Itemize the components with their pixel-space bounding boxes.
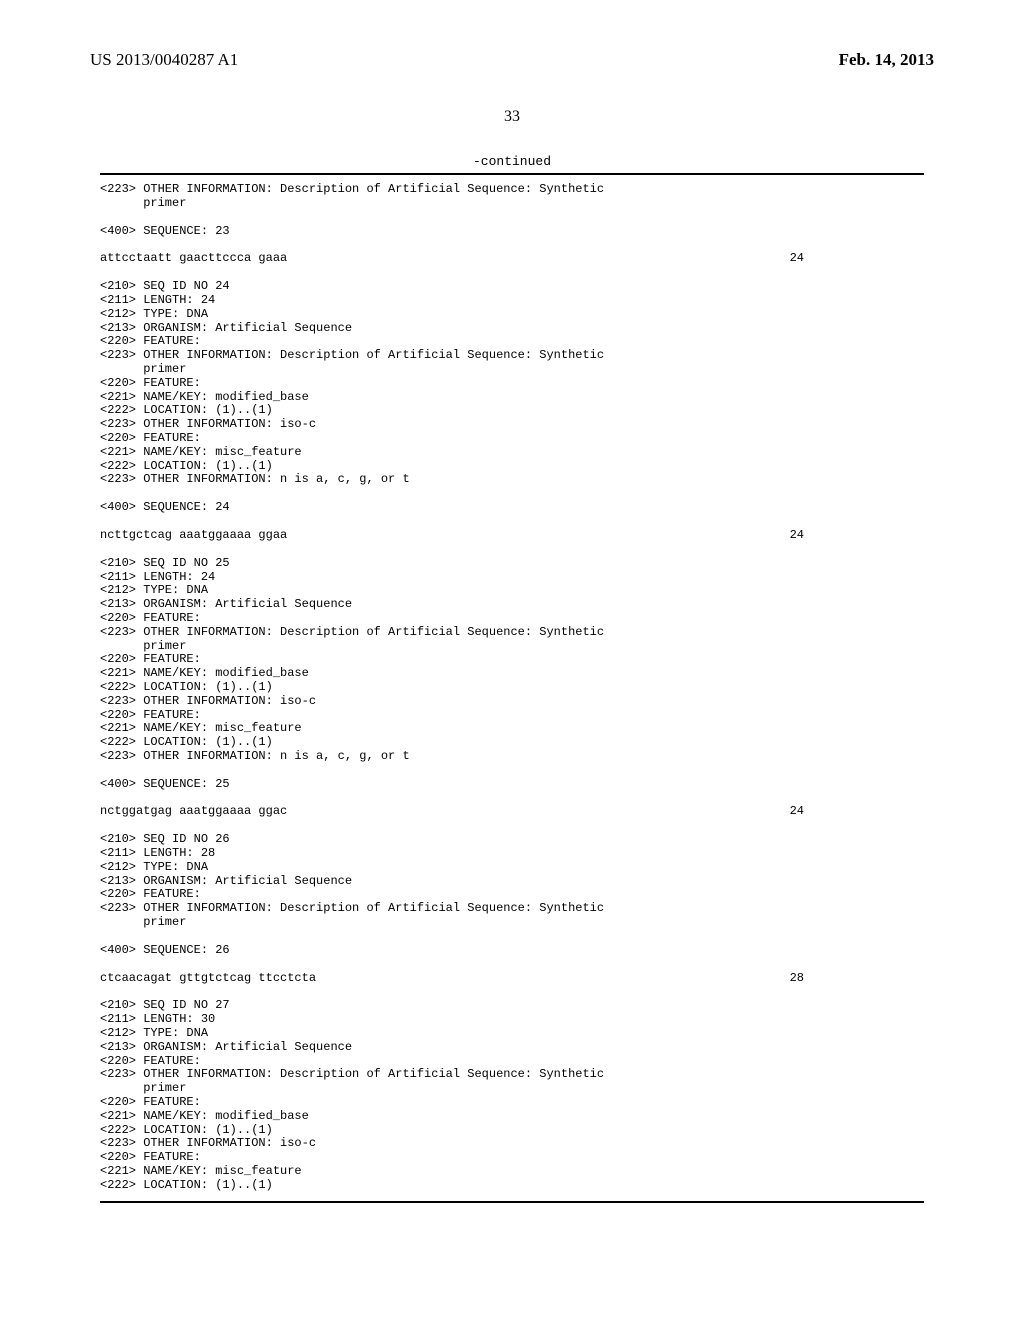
seq25-other-n: <223> OTHER INFORMATION: n is a, c, g, o… (100, 750, 924, 764)
seq25-feature2: <220> FEATURE: (100, 653, 924, 667)
seq26-other-info-cont: primer (100, 916, 924, 930)
seq23-header: <400> SEQUENCE: 23 (100, 225, 924, 239)
seq25-location1: <222> LOCATION: (1)..(1) (100, 681, 924, 695)
seq24-location2: <222> LOCATION: (1)..(1) (100, 460, 924, 474)
seq24-location1: <222> LOCATION: (1)..(1) (100, 404, 924, 418)
seq26-sequence: ctcaacagat gttgtctcag ttcctcta (100, 972, 316, 986)
publication-date: Feb. 14, 2013 (839, 50, 934, 70)
seq23-sequence: attcctaatt gaacttccca gaaa (100, 252, 287, 266)
seq24-feature2: <220> FEATURE: (100, 377, 924, 391)
seq25-other-info: <223> OTHER INFORMATION: Description of … (100, 626, 924, 640)
publication-number: US 2013/0040287 A1 (90, 50, 238, 70)
seq24-sequence-row: ncttgctcag aaatggaaaa ggaa 24 (100, 529, 924, 543)
seq23-other-info: <223> OTHER INFORMATION: Description of … (100, 183, 924, 197)
seq24-feature1: <220> FEATURE: (100, 335, 924, 349)
continued-label: -continued (90, 154, 934, 169)
seq24-other-info: <223> OTHER INFORMATION: Description of … (100, 349, 924, 363)
seq24-organism: <213> ORGANISM: Artificial Sequence (100, 322, 924, 336)
seq24-length-value: 24 (790, 529, 804, 543)
seq23-length-value: 24 (790, 252, 804, 266)
seq25-feature1: <220> FEATURE: (100, 612, 924, 626)
seq26-other-info: <223> OTHER INFORMATION: Description of … (100, 902, 924, 916)
seq27-feature1: <220> FEATURE: (100, 1055, 924, 1069)
page-number: 33 (90, 108, 934, 126)
seq26-header: <400> SEQUENCE: 26 (100, 944, 924, 958)
seq26-seqid: <210> SEQ ID NO 26 (100, 833, 924, 847)
seq23-other-info-cont: primer (100, 197, 924, 211)
seq24-feature3: <220> FEATURE: (100, 432, 924, 446)
seq24-other-n: <223> OTHER INFORMATION: n is a, c, g, o… (100, 473, 924, 487)
seq27-other-info: <223> OTHER INFORMATION: Description of … (100, 1068, 924, 1082)
seq25-location2: <222> LOCATION: (1)..(1) (100, 736, 924, 750)
seq24-namekey-modified-base: <221> NAME/KEY: modified_base (100, 391, 924, 405)
seq25-sequence: nctggatgag aaatggaaaa ggac (100, 805, 287, 819)
seq25-seqid: <210> SEQ ID NO 25 (100, 557, 924, 571)
seq27-other-iso: <223> OTHER INFORMATION: iso-c (100, 1137, 924, 1151)
seq26-length: <211> LENGTH: 28 (100, 847, 924, 861)
seq27-location2: <222> LOCATION: (1)..(1) (100, 1179, 924, 1193)
seq25-header: <400> SEQUENCE: 25 (100, 778, 924, 792)
seq25-organism: <213> ORGANISM: Artificial Sequence (100, 598, 924, 612)
seq27-namekey-modified-base: <221> NAME/KEY: modified_base (100, 1110, 924, 1124)
seq24-seqid: <210> SEQ ID NO 24 (100, 280, 924, 294)
seq25-length-value: 24 (790, 805, 804, 819)
seq25-other-iso: <223> OTHER INFORMATION: iso-c (100, 695, 924, 709)
seq25-namekey-misc-feature: <221> NAME/KEY: misc_feature (100, 722, 924, 736)
seq26-length-value: 28 (790, 972, 804, 986)
seq24-length: <211> LENGTH: 24 (100, 294, 924, 308)
seq27-feature3: <220> FEATURE: (100, 1151, 924, 1165)
seq24-other-info-cont: primer (100, 363, 924, 377)
seq27-location1: <222> LOCATION: (1)..(1) (100, 1124, 924, 1138)
seq27-type: <212> TYPE: DNA (100, 1027, 924, 1041)
seq26-feature1: <220> FEATURE: (100, 888, 924, 902)
seq24-namekey-misc-feature: <221> NAME/KEY: misc_feature (100, 446, 924, 460)
seq27-length: <211> LENGTH: 30 (100, 1013, 924, 1027)
seq25-sequence-row: nctggatgag aaatggaaaa ggac 24 (100, 805, 924, 819)
seq23-sequence-row: attcctaatt gaacttccca gaaa 24 (100, 252, 924, 266)
seq24-type: <212> TYPE: DNA (100, 308, 924, 322)
seq27-namekey-misc-feature: <221> NAME/KEY: misc_feature (100, 1165, 924, 1179)
seq24-sequence: ncttgctcag aaatggaaaa ggaa (100, 529, 287, 543)
seq26-sequence-row: ctcaacagat gttgtctcag ttcctcta 28 (100, 972, 924, 986)
seq27-feature2: <220> FEATURE: (100, 1096, 924, 1110)
seq25-length: <211> LENGTH: 24 (100, 571, 924, 585)
seq25-feature3: <220> FEATURE: (100, 709, 924, 723)
seq25-type: <212> TYPE: DNA (100, 584, 924, 598)
seq24-other-iso: <223> OTHER INFORMATION: iso-c (100, 418, 924, 432)
page-header: US 2013/0040287 A1 Feb. 14, 2013 (90, 50, 934, 70)
seq25-namekey-modified-base: <221> NAME/KEY: modified_base (100, 667, 924, 681)
seq27-other-info-cont: primer (100, 1082, 924, 1096)
seq26-type: <212> TYPE: DNA (100, 861, 924, 875)
seq27-organism: <213> ORGANISM: Artificial Sequence (100, 1041, 924, 1055)
seq27-seqid: <210> SEQ ID NO 27 (100, 999, 924, 1013)
sequence-listing: <223> OTHER INFORMATION: Description of … (100, 173, 924, 1203)
seq26-organism: <213> ORGANISM: Artificial Sequence (100, 875, 924, 889)
seq25-other-info-cont: primer (100, 640, 924, 654)
seq24-header: <400> SEQUENCE: 24 (100, 501, 924, 515)
